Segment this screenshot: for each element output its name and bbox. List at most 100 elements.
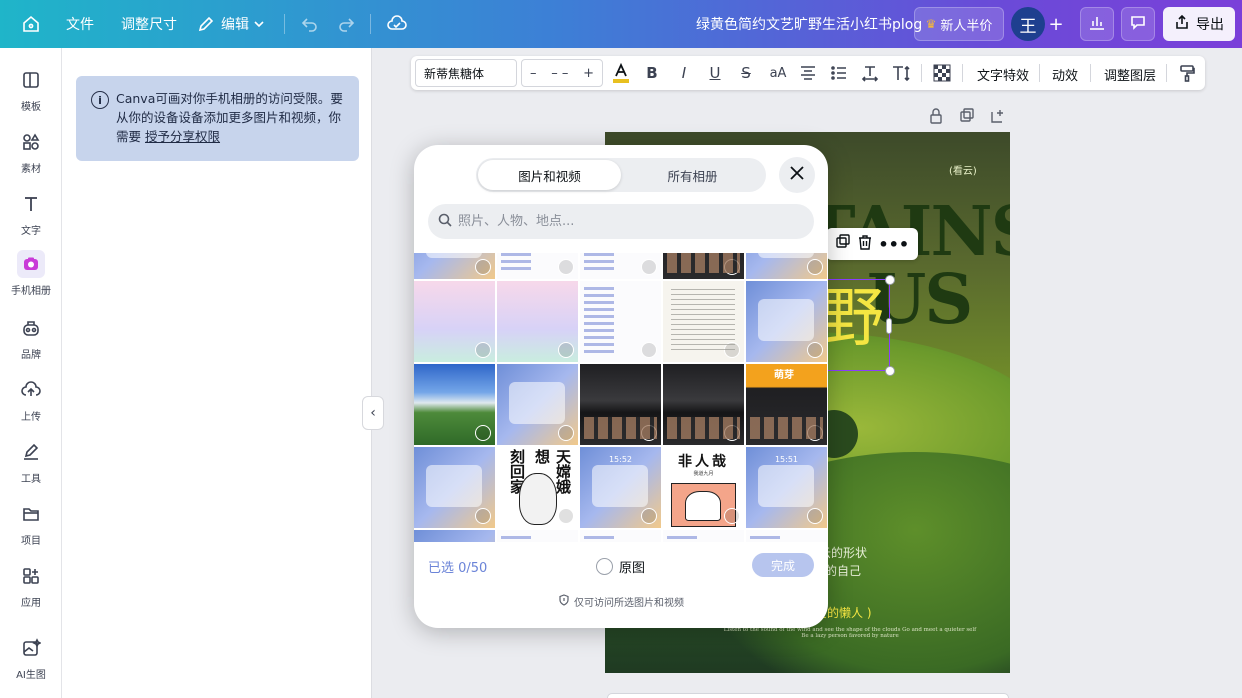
more-icon[interactable]: ••• [878,235,909,254]
select-circle[interactable] [475,342,491,358]
sidebar-item-projects[interactable]: 项目 [0,500,62,556]
select-circle[interactable] [724,425,740,441]
selection-box[interactable] [820,279,890,371]
search-input[interactable] [458,214,788,229]
avatar[interactable]: 王 [1011,7,1045,41]
done-button[interactable]: 完成 [752,553,814,577]
photo-thumbnail[interactable] [414,281,495,362]
add-page-icon[interactable] [989,107,1007,125]
text-size-icon[interactable] [889,61,913,85]
grant-permission-link[interactable]: 授予分享权限 [145,129,220,144]
sidebar-item-tools[interactable]: 工具 [0,438,62,494]
english-caption[interactable]: Listen to the sound of the wind and see … [700,627,1000,639]
select-circle[interactable] [641,508,657,524]
select-circle[interactable] [807,425,823,441]
select-circle[interactable] [558,425,574,441]
file-menu[interactable]: 文件 [66,14,94,34]
select-circle[interactable] [475,259,491,275]
sidebar-item-ai-image[interactable]: AI生图 [0,634,62,690]
comments-button[interactable] [1121,7,1155,41]
strikethrough-icon[interactable]: S [734,61,758,85]
text-effects-button[interactable]: 文字特效 [977,65,1029,84]
radio-circle[interactable] [596,558,613,575]
photo-search-bar[interactable] [428,204,814,239]
position-layers-button[interactable]: 调整图层 [1104,65,1156,84]
document-title[interactable]: 绿黄色简约文艺旷野生活小红书plog [696,14,922,34]
original-toggle[interactable]: 原图 [596,557,645,576]
select-circle[interactable] [641,259,657,275]
select-circle[interactable] [641,425,657,441]
select-circle[interactable] [641,342,657,358]
photo-thumbnail[interactable] [580,281,661,362]
photo-thumbnail[interactable]: 非人哉 我道九月 [663,447,744,528]
photo-thumbnail[interactable] [663,530,744,542]
align-center-icon[interactable] [796,61,820,85]
resize-handle[interactable] [886,318,892,334]
letter-spacing-icon[interactable] [858,61,882,85]
sidebar-item-templates[interactable]: 模板 [0,66,62,122]
select-circle[interactable] [807,259,823,275]
select-circle[interactable] [807,342,823,358]
photo-thumbnail[interactable] [746,253,827,279]
sidebar-item-upload[interactable]: 上传 [0,376,62,432]
body-line2[interactable]: 的自己 [825,562,861,579]
tab-photos-videos[interactable]: 图片和视频 [478,160,621,190]
resize-handle[interactable] [885,275,895,285]
photo-thumbnail[interactable] [746,281,827,362]
close-button[interactable] [779,157,815,193]
photo-thumbnail[interactable]: 萌芽 [746,364,827,445]
resize-handle[interactable] [885,366,895,376]
photo-thumbnail[interactable] [746,530,827,542]
animate-button[interactable]: 动效 [1052,65,1078,84]
chevron-down-icon[interactable] [247,12,271,36]
select-circle[interactable] [724,259,740,275]
photo-thumbnail[interactable]: 天嫦娥 想 刻回家 [497,447,578,528]
select-circle[interactable] [475,425,491,441]
photo-thumbnail[interactable] [414,253,495,279]
letter-case-icon[interactable]: aA [766,61,790,85]
photo-thumbnail[interactable]: 15:52 [580,447,661,528]
photo-thumbnail[interactable] [414,447,495,528]
copy-style-icon[interactable] [1175,61,1199,85]
sidebar-item-text[interactable]: 文字 [0,190,62,246]
sidebar-item-phone-album[interactable]: 手机相册 [0,250,62,306]
photo-thumbnail[interactable] [663,364,744,445]
underline-icon[interactable]: U [703,61,727,85]
transparency-icon[interactable] [930,61,954,85]
photo-thumbnail[interactable] [497,281,578,362]
cloud-tag-text[interactable]: (看云) [949,162,977,177]
list-icon[interactable] [827,61,851,85]
home-icon[interactable] [19,12,43,36]
select-circle[interactable] [558,508,574,524]
tab-all-albums[interactable]: 所有相册 [621,160,764,190]
font-size-value[interactable]: – – [551,66,568,81]
promo-button[interactable]: ♛ 新人半价 [914,7,1004,41]
lock-icon[interactable] [927,107,945,125]
pencil-icon[interactable] [194,12,218,36]
select-circle[interactable] [724,342,740,358]
photo-thumbnail[interactable] [663,281,744,362]
photo-thumbnail[interactable] [414,530,495,542]
photo-thumbnail[interactable]: 15:51 [746,447,827,528]
italic-icon[interactable]: I [672,61,696,85]
photo-thumbnail[interactable] [663,253,744,279]
photo-thumbnail[interactable] [580,364,661,445]
bold-icon[interactable]: B [640,61,664,85]
duplicate-icon[interactable] [835,234,851,254]
select-circle[interactable] [724,508,740,524]
photo-thumbnail[interactable] [497,253,578,279]
decrease-size-icon[interactable]: – [530,66,537,81]
select-circle[interactable] [475,508,491,524]
photo-thumbnail[interactable] [497,364,578,445]
select-circle[interactable] [558,342,574,358]
font-size-stepper[interactable]: – – – + [521,59,603,87]
photo-thumbnail[interactable] [497,530,578,542]
edit-menu[interactable]: 编辑 [221,14,249,34]
insights-button[interactable] [1080,7,1114,41]
photo-thumbnail[interactable] [580,530,661,542]
collapse-panel-button[interactable]: ‹ [362,396,384,430]
trash-icon[interactable] [857,234,873,254]
photo-thumbnail[interactable] [414,364,495,445]
increase-size-icon[interactable]: + [583,66,594,81]
sidebar-item-elements[interactable]: 素材 [0,128,62,184]
